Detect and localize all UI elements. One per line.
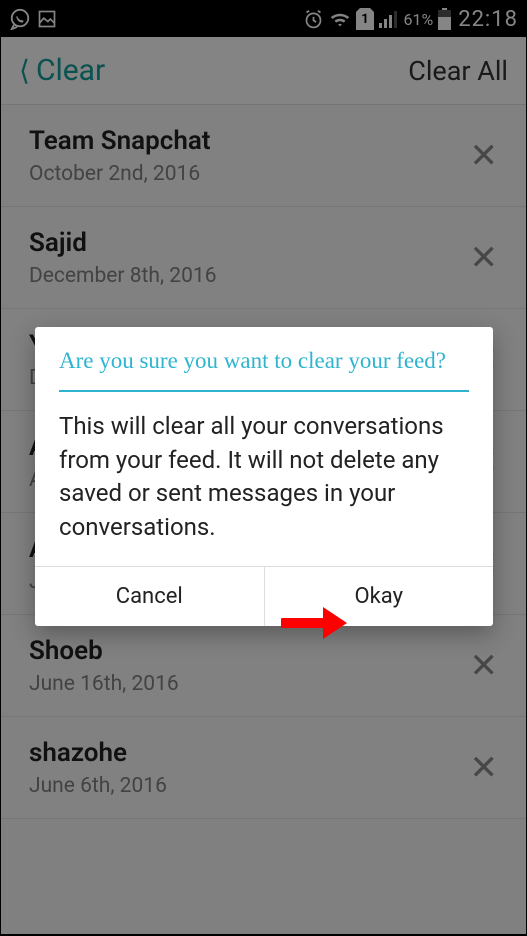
dialog-title: Are you sure you want to clear your feed… (35, 327, 493, 390)
okay-button[interactable]: Okay (264, 567, 494, 626)
cancel-button[interactable]: Cancel (35, 567, 264, 626)
dialog-body: This will clear all your conversations f… (35, 392, 493, 566)
confirm-dialog: Are you sure you want to clear your feed… (35, 327, 493, 626)
